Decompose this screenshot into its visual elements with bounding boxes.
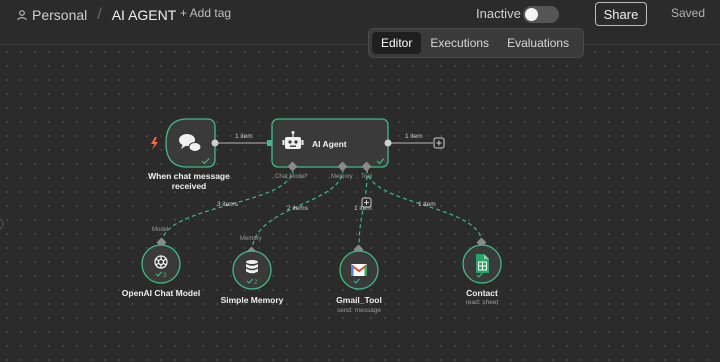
gmail-node-subtitle: send: message: [336, 307, 382, 314]
port-label-memory: Memory: [331, 174, 353, 180]
port-label-tool: Tool: [361, 174, 373, 180]
chat-model-node[interactable]: 3: [141, 237, 181, 284]
contact-node[interactable]: [462, 237, 502, 284]
edge-label-to-memory: 2 items: [287, 205, 308, 212]
edge-label-trigger-agent: 1 item: [235, 133, 253, 140]
gmail-node-label: Gmail_Tool: [336, 295, 382, 305]
trigger-node-label: When chat message received: [148, 171, 230, 191]
canvas-edge-handle: [0, 218, 4, 230]
edge-label-to-contact: 1 item: [418, 201, 436, 208]
contact-node-label: Contact: [466, 288, 498, 298]
port-label-model-input: Model: [152, 227, 169, 233]
database-icon: [246, 260, 258, 274]
agent-node-label: AI Agent: [312, 139, 347, 149]
agent-node[interactable]: AI Agent: [271, 118, 392, 172]
port-label-chat-model: Chat Model*: [275, 174, 309, 180]
lightning-icon: [151, 137, 158, 150]
gmail-node[interactable]: [339, 244, 379, 290]
memory-node-label: Simple Memory: [220, 295, 284, 305]
contact-node-subtitle: read: sheet: [465, 299, 499, 306]
gmail-icon: [350, 264, 368, 276]
memory-node[interactable]: 2: [232, 246, 272, 290]
trigger-node[interactable]: [151, 118, 219, 168]
edge-label-to-gmail: 1 item: [354, 205, 372, 212]
edge-label-to-model: 3 items: [217, 201, 238, 208]
edge-label-agent-out: 1 item: [405, 133, 423, 140]
port-label-memory-input: Memory: [240, 236, 262, 242]
agent-input-port[interactable]: [267, 140, 272, 146]
add-node-plus-icon[interactable]: [433, 137, 445, 149]
